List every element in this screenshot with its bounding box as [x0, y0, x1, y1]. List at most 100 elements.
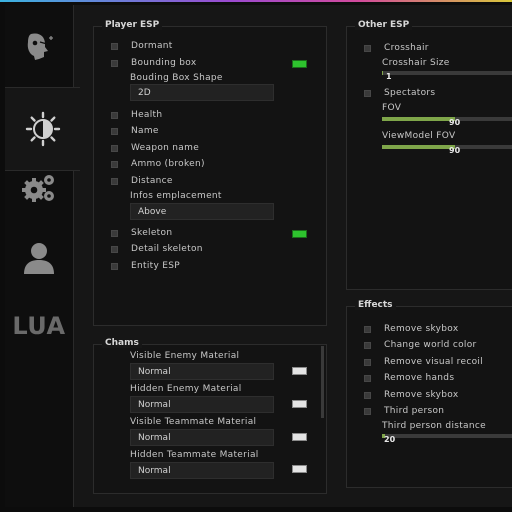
visible-enemy-material-label: Visible Enemy Material [130, 351, 240, 361]
viewmodel-fov-value: 90 [449, 146, 461, 155]
crosshair-size-label: Crosshair Size [382, 58, 450, 68]
other-esp-title: Other ESP [355, 20, 413, 30]
hidden-teammate-color-swatch[interactable] [292, 465, 307, 473]
ammo-label: Ammo (broken) [131, 159, 205, 169]
viewmodel-fov-slider[interactable] [382, 145, 512, 149]
infos-emplacement-dropdown[interactable]: Above [130, 203, 274, 220]
fov-slider[interactable] [382, 117, 512, 121]
remove-visual-recoil-row[interactable]: Remove visual recoil [364, 355, 483, 369]
third-person-row[interactable]: Third person [364, 404, 444, 418]
detail-skeleton-row[interactable]: Detail skeleton [111, 242, 203, 256]
player-esp-title: Player ESP [102, 20, 163, 30]
remove-visual-recoil-checkbox[interactable] [364, 358, 371, 366]
health-label: Health [131, 110, 163, 120]
detail-skeleton-checkbox[interactable] [111, 245, 118, 253]
entity-esp-row[interactable]: Entity ESP [111, 259, 180, 273]
bounding-box-row[interactable]: Bounding box [111, 56, 196, 70]
infos-emplacement-value: Above [138, 206, 167, 217]
visible-teammate-material-value: Normal [138, 432, 171, 443]
distance-checkbox[interactable] [111, 177, 118, 185]
remove-skybox-2-row[interactable]: Remove skybox [364, 388, 458, 402]
dormant-row[interactable]: Dormant [111, 39, 173, 53]
third-person-distance-slider[interactable] [382, 434, 512, 438]
change-world-color-label: Change world color [384, 340, 477, 350]
viewmodel-fov-fill [382, 145, 455, 149]
hidden-teammate-material-value: Normal [138, 465, 171, 476]
fov-fill [382, 117, 455, 121]
skeleton-label: Skeleton [131, 228, 173, 238]
bounding-box-color-swatch[interactable] [292, 60, 307, 68]
spectators-checkbox[interactable] [364, 89, 371, 97]
remove-skybox-2-label: Remove skybox [384, 390, 459, 400]
hidden-teammate-material-label: Hidden Teammate Material [130, 450, 259, 460]
ammo-row[interactable]: Ammo (broken) [111, 157, 205, 171]
bounding-box-shape-label: Bouding Box Shape [130, 73, 223, 83]
name-label: Name [131, 126, 159, 136]
weapon-name-checkbox[interactable] [111, 144, 118, 152]
crosshair-size-slider[interactable] [382, 71, 512, 75]
name-row[interactable]: Name [111, 124, 159, 138]
name-checkbox[interactable] [111, 127, 118, 135]
infos-emplacement-label: Infos emplacement [130, 191, 222, 201]
hidden-enemy-color-swatch[interactable] [292, 400, 307, 408]
detail-skeleton-label: Detail skeleton [131, 244, 203, 254]
head-aim-icon [27, 33, 53, 60]
visible-enemy-material-dropdown[interactable]: Normal [130, 363, 274, 380]
hidden-enemy-material-dropdown[interactable]: Normal [130, 396, 274, 413]
crosshair-checkbox[interactable] [364, 44, 371, 52]
spectators-label: Spectators [384, 88, 436, 98]
bounding-box-shape-value: 2D [138, 87, 151, 98]
sun-half-icon [25, 111, 60, 147]
weapon-name-row[interactable]: Weapon name [111, 141, 199, 155]
visible-teammate-color-swatch[interactable] [292, 433, 307, 441]
health-row[interactable]: Health [111, 108, 162, 122]
health-checkbox[interactable] [111, 111, 118, 119]
sidebar: LUA [5, 5, 80, 507]
crosshair-row[interactable]: Crosshair [364, 41, 429, 55]
skeleton-color-swatch[interactable] [292, 230, 307, 238]
tab-aimbot[interactable] [5, 5, 73, 87]
effects-title: Effects [355, 300, 396, 310]
entity-esp-label: Entity ESP [131, 261, 180, 271]
change-world-color-checkbox[interactable] [364, 341, 371, 349]
remove-skybox-row[interactable]: Remove skybox [364, 322, 458, 336]
remove-skybox-2-checkbox[interactable] [364, 391, 371, 399]
tab-lua[interactable]: LUA [5, 285, 73, 367]
remove-hands-checkbox[interactable] [364, 374, 371, 382]
crosshair-label: Crosshair [384, 43, 429, 53]
visible-enemy-material-value: Normal [138, 366, 171, 377]
third-person-label: Third person [384, 406, 445, 416]
hidden-enemy-material-label: Hidden Enemy Material [130, 384, 242, 394]
skeleton-row[interactable]: Skeleton [111, 226, 172, 240]
fov-value: 90 [449, 118, 461, 127]
visible-teammate-material-dropdown[interactable]: Normal [130, 429, 274, 446]
remove-hands-row[interactable]: Remove hands [364, 371, 454, 385]
third-person-checkbox[interactable] [364, 407, 371, 415]
hidden-teammate-material-dropdown[interactable]: Normal [130, 462, 274, 479]
visible-enemy-color-swatch[interactable] [292, 367, 307, 375]
distance-row[interactable]: Distance [111, 174, 173, 188]
skeleton-checkbox[interactable] [111, 229, 118, 237]
visible-teammate-material-label: Visible Teammate Material [130, 417, 257, 427]
bounding-box-checkbox[interactable] [111, 59, 118, 67]
crosshair-size-fill [382, 71, 384, 75]
fov-label: FOV [382, 103, 402, 113]
chams-scrollbar[interactable] [321, 346, 324, 418]
ammo-checkbox[interactable] [111, 160, 118, 168]
dormant-checkbox[interactable] [111, 42, 118, 50]
remove-hands-label: Remove hands [384, 373, 455, 383]
third-person-distance-label: Third person distance [382, 421, 486, 431]
dormant-label: Dormant [131, 41, 173, 51]
bounding-box-shape-dropdown[interactable]: 2D [130, 84, 274, 101]
distance-label: Distance [131, 176, 173, 186]
crosshair-size-value: 1 [386, 72, 392, 81]
remove-skybox-label: Remove skybox [384, 324, 459, 334]
tab-visuals[interactable] [5, 87, 80, 171]
lua-tab-label: LUA [12, 312, 66, 340]
change-world-color-row[interactable]: Change world color [364, 338, 477, 352]
entity-esp-checkbox[interactable] [111, 262, 118, 270]
third-person-distance-value: 20 [384, 435, 396, 444]
remove-skybox-checkbox[interactable] [364, 325, 371, 333]
hidden-enemy-material-value: Normal [138, 399, 171, 410]
spectators-row[interactable]: Spectators [364, 86, 435, 100]
